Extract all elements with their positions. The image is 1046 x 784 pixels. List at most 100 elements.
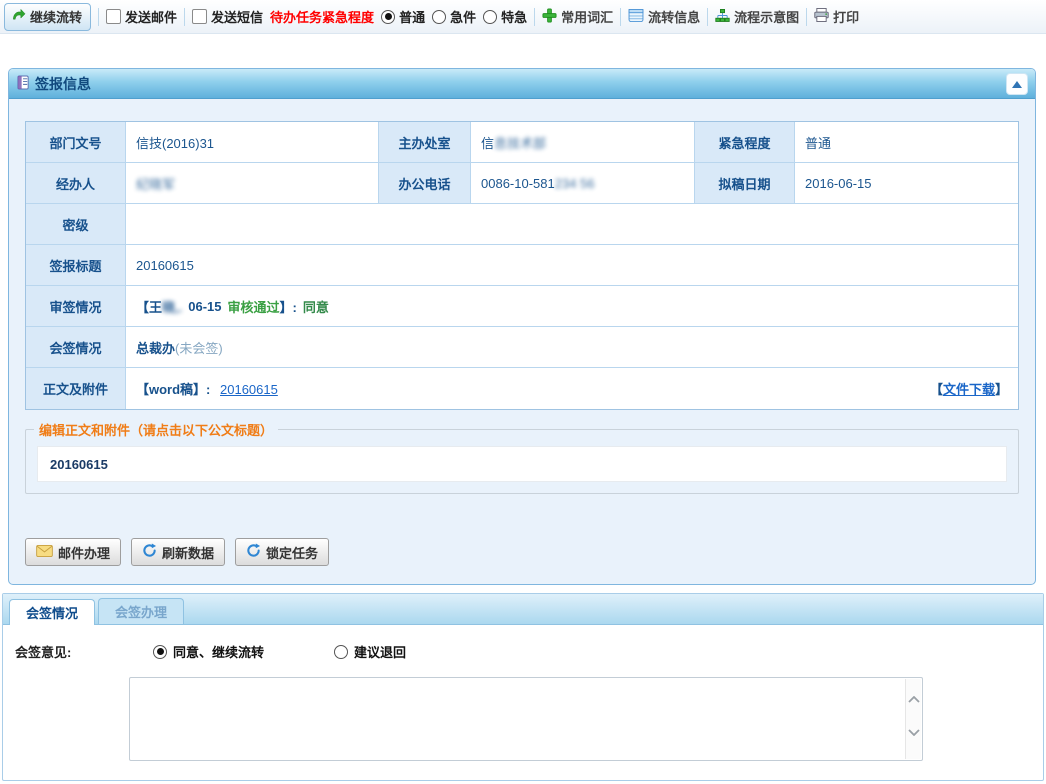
continue-flow-button[interactable]: 继续流转 [4,3,91,31]
comment-scrollbar[interactable] [905,679,921,759]
review-name-redacted: 晓,. [162,297,182,316]
countersign-panel: 会签情况 会签办理 会签意见: 同意、继续流转 建议退回 [2,593,1044,781]
continue-arrow-icon [11,7,26,25]
field-value-phone: 0086-10-581234 56 [471,163,695,204]
field-label-countersign: 会签情况 [26,327,126,368]
doc-title-row[interactable]: 20160615 [38,447,1006,481]
download-bracket-open: 【 [930,382,943,397]
field-value-handler: 纪晓军 [126,163,379,204]
field-value-draft-date: 2016-06-15 [795,163,1018,204]
urgency-option-urgent[interactable]: 急件 [432,7,476,26]
send-email-checkbox[interactable] [106,9,121,24]
lock-task-button[interactable]: 锁定任务 [235,538,329,566]
lock-task-label: 锁定任务 [266,543,318,562]
send-sms-label: 发送短信 [211,7,263,26]
review-bracket-close: 】: [280,297,297,316]
opinion-label: 会签意见: [15,642,135,661]
toolbar-separator [806,8,807,26]
review-name: 王 [149,297,162,316]
org-chart-icon [715,9,730,25]
collapse-arrow-icon [1012,81,1022,88]
toolbar-separator [620,8,621,26]
comment-textarea[interactable] [129,677,923,761]
field-label-handler: 经办人 [26,163,126,204]
print-button[interactable]: 打印 [814,7,859,26]
opinion-radio-agree[interactable] [153,645,167,659]
review-status: 审核通过 [228,297,280,316]
flow-info-button[interactable]: 流转信息 [628,7,700,26]
field-value-dept-no: 信技(2016)31 [126,122,379,163]
field-label-urgency: 紧急程度 [695,122,795,163]
report-info-table: 部门文号 信技(2016)31 主办处室 信息技术部 紧急程度 普通 经办人 纪… [25,121,1019,410]
urgency-option-normal[interactable]: 普通 [381,7,425,26]
urgency-normal-label: 普通 [399,7,425,26]
urgency-radio-normal[interactable] [381,10,395,24]
opinion-radio-return[interactable] [334,645,348,659]
word-draft-link[interactable]: 20160615 [220,382,278,397]
field-label-secrecy: 密级 [26,204,126,245]
field-label-host-office: 主办处室 [379,122,471,163]
urgency-option-extra-urgent[interactable]: 特急 [483,7,527,26]
common-words-label: 常用词汇 [561,7,613,26]
opinion-return-label: 建议退回 [354,642,406,661]
send-email-option[interactable]: 发送邮件 [106,7,177,26]
action-button-row: 邮件办理 刷新数据 锁定任务 [25,538,1019,566]
refresh-data-button[interactable]: 刷新数据 [131,538,225,566]
field-value-urgency: 普通 [795,122,1018,163]
send-sms-checkbox[interactable] [192,9,207,24]
countersign-opinion-row: 会签意见: 同意、继续流转 建议退回 [15,642,1043,661]
report-info-panel: 签报信息 部门文号 信技(2016)31 主办处室 信息技术部 紧急程度 普通 … [8,68,1036,585]
report-panel-header: 签报信息 [9,69,1035,99]
phone-visible: 0086-10-581 [481,176,555,191]
field-value-body-attachment: 【word稿】: 20160615 【文件下载】 [126,368,1018,409]
flow-diagram-label: 流程示意图 [734,7,799,26]
review-opinion: 同意 [303,297,329,316]
phone-redacted: 234 56 [555,176,595,191]
plus-icon [542,8,557,26]
tab-countersign-handle[interactable]: 会签办理 [98,598,184,624]
urgency-radio-urgent[interactable] [432,10,446,24]
document-icon [17,75,30,93]
toolbar-separator [98,8,99,26]
edit-attachment-section: 编辑正文和附件（请点击以下公文标题） 20160615 [25,420,1019,494]
host-office-redacted: 息技术部 [494,133,546,152]
continue-flow-label: 继续流转 [30,7,82,26]
scroll-down-icon[interactable] [908,724,920,739]
send-email-label: 发送邮件 [125,7,177,26]
file-download-link[interactable]: 文件下载 [943,382,995,397]
common-words-button[interactable]: 常用词汇 [542,7,613,26]
refresh-icon [246,543,261,561]
host-office-visible: 信 [481,133,494,152]
top-toolbar: 继续流转 发送邮件 发送短信 待办任务紧急程度 普通 急件 特急 常用词汇 流转… [0,0,1046,34]
toolbar-separator [184,8,185,26]
send-sms-option[interactable]: 发送短信 [192,7,263,26]
tab-countersign-status[interactable]: 会签情况 [9,599,95,625]
field-label-body-attachment: 正文及附件 [26,368,126,409]
field-label-dept-no: 部门文号 [26,122,126,163]
mail-handle-button[interactable]: 邮件办理 [25,538,121,566]
opinion-option-return[interactable]: 建议退回 [334,642,406,661]
field-value-countersign: 总裁办(未会签) [126,327,1018,368]
toolbar-separator [534,8,535,26]
field-label-phone: 办公电话 [379,163,471,204]
field-value-report-title: 20160615 [126,245,1018,286]
flow-info-label: 流转信息 [648,7,700,26]
printer-icon [814,8,829,25]
opinion-agree-label: 同意、继续流转 [173,642,264,661]
scroll-up-icon[interactable] [908,691,920,706]
mail-handle-label: 邮件办理 [58,543,110,562]
collapse-button[interactable] [1006,73,1028,95]
countersign-note: (未会签) [175,338,223,357]
refresh-icon [142,543,157,561]
handler-redacted: 纪晓军 [136,174,175,193]
opinion-option-agree[interactable]: 同意、继续流转 [153,642,264,661]
edit-attachment-legend: 编辑正文和附件（请点击以下公文标题） [34,420,278,439]
urgency-urgent-label: 急件 [450,7,476,26]
urgency-radio-extra-urgent[interactable] [483,10,497,24]
field-label-draft-date: 拟稿日期 [695,163,795,204]
countersign-office: 总裁办 [136,338,175,357]
flow-diagram-button[interactable]: 流程示意图 [715,7,799,26]
review-date: 06-15 [188,299,221,314]
field-value-host-office: 信息技术部 [471,122,695,163]
review-bracket-open: 【 [136,297,149,316]
